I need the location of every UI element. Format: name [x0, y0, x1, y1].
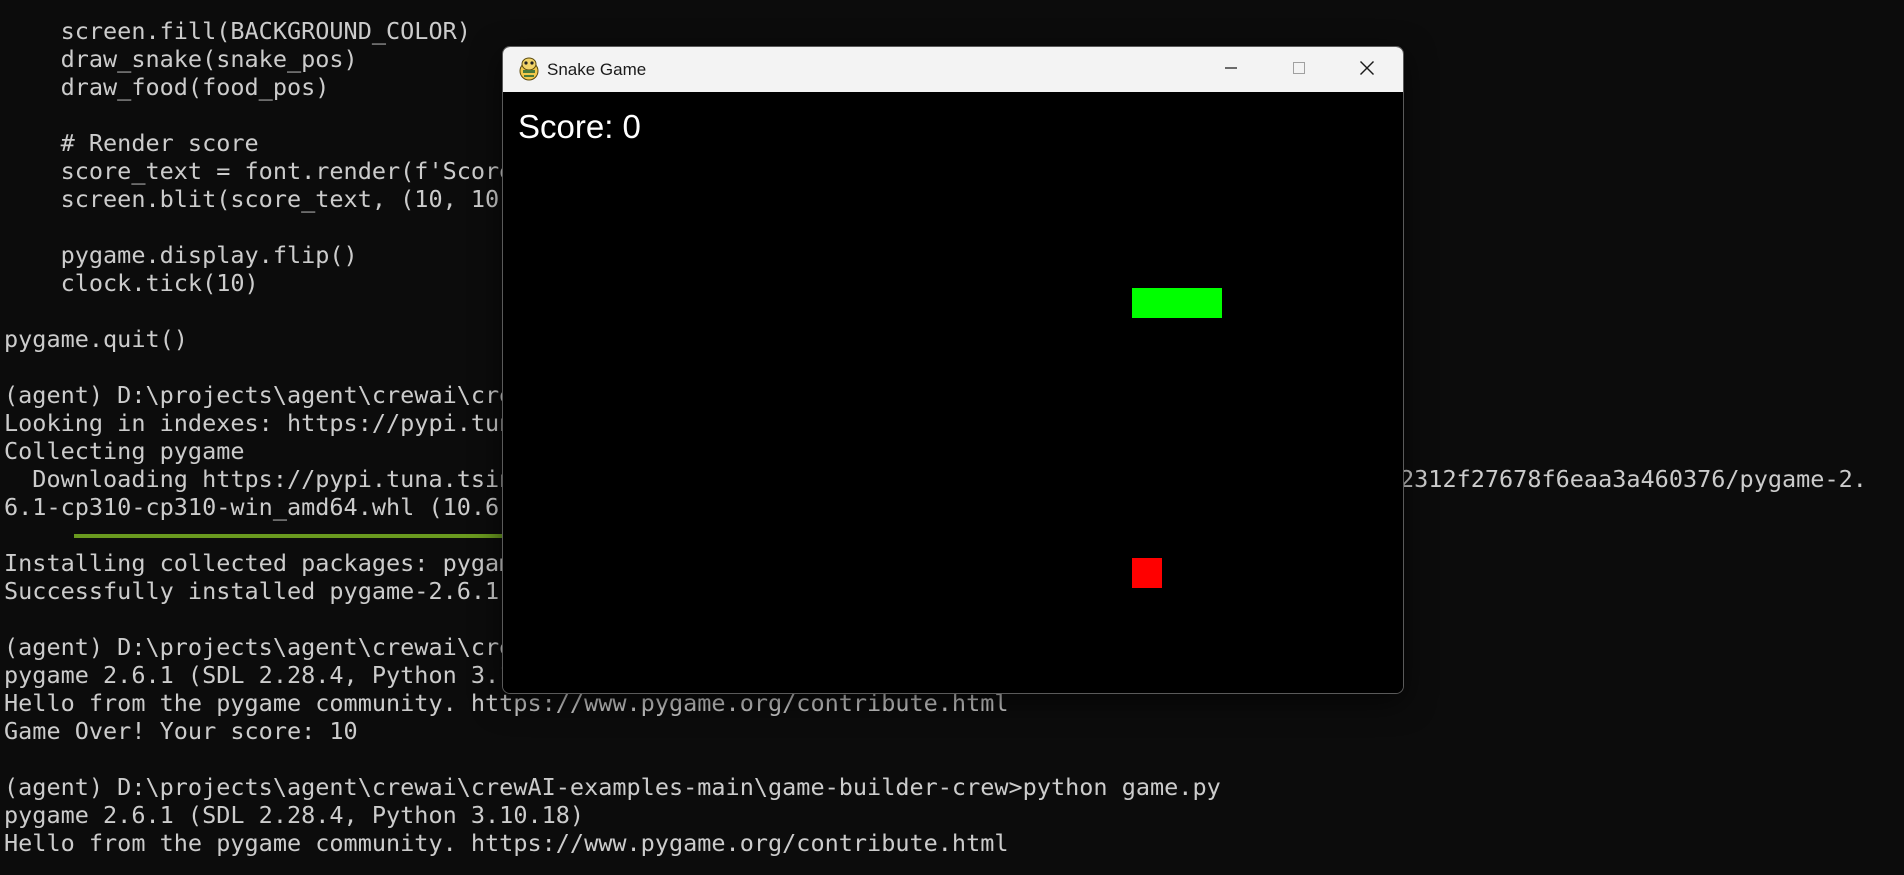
- close-button[interactable]: [1333, 47, 1401, 92]
- download-progress-bar: [74, 534, 504, 538]
- terminal-line: pygame 2.6.1 (SDL 2.28.4, Python 3.10.18…: [4, 801, 585, 829]
- terminal-line: draw_food(food_pos): [4, 73, 330, 101]
- terminal-line: (agent) D:\projects\agent\crewai\crewAI-…: [4, 773, 1221, 801]
- terminal-line: pygame.display.flip(): [4, 241, 358, 269]
- pygame-snake-icon: [516, 56, 542, 82]
- terminal-line: Looking in indexes: https://pypi.tun: [4, 409, 514, 437]
- game-canvas[interactable]: Score: 0: [503, 92, 1403, 693]
- terminal-line: Installing collected packages: pygam: [4, 549, 514, 577]
- terminal-line: pygame 2.6.1 (SDL 2.28.4, Python 3.1: [4, 661, 514, 689]
- terminal-line: (agent) D:\projects\agent\crewai\cre: [4, 633, 514, 661]
- terminal-line: screen.fill(BACKGROUND_COLOR): [4, 17, 471, 45]
- maximize-button[interactable]: [1265, 47, 1333, 92]
- terminal-line: pygame.quit(): [4, 325, 188, 353]
- maximize-icon: [1292, 60, 1306, 79]
- terminal-line: # Render score: [4, 129, 259, 157]
- snake-body: [1132, 288, 1222, 318]
- terminal-line: score_text = font.render(f'Score: [4, 157, 514, 185]
- window-title: Snake Game: [547, 60, 647, 79]
- terminal-line: 6.1-cp310-cp310-win_amd64.whl (10.6: [4, 493, 500, 521]
- terminal-line: screen.blit(score_text, (10, 10): [4, 185, 514, 213]
- terminal-line: draw_snake(snake_pos): [4, 45, 358, 73]
- terminal-line: Game Over! Your score: 10: [4, 717, 358, 745]
- food-item: [1132, 558, 1162, 588]
- score-label: Score: 0: [518, 108, 641, 145]
- terminal-line-download-tail: 2312f27678f6eaa3a460376/pygame-2.: [1400, 465, 1867, 493]
- terminal-line: Hello from the pygame community. https:/…: [4, 829, 1009, 857]
- terminal-line: (agent) D:\projects\agent\crewai\cre: [4, 381, 514, 409]
- minimize-button[interactable]: [1197, 47, 1265, 92]
- terminal-line: Downloading https://pypi.tuna.tsin: [4, 465, 514, 493]
- snake-game-window[interactable]: Snake Game Score: 0: [502, 46, 1404, 694]
- close-icon: [1359, 60, 1375, 80]
- terminal-line: Successfully installed pygame-2.6.1: [4, 577, 500, 605]
- terminal-line: Collecting pygame: [4, 437, 245, 465]
- minimize-icon: [1224, 60, 1238, 79]
- window-titlebar[interactable]: Snake Game: [503, 47, 1403, 92]
- terminal-line: clock.tick(10): [4, 269, 259, 297]
